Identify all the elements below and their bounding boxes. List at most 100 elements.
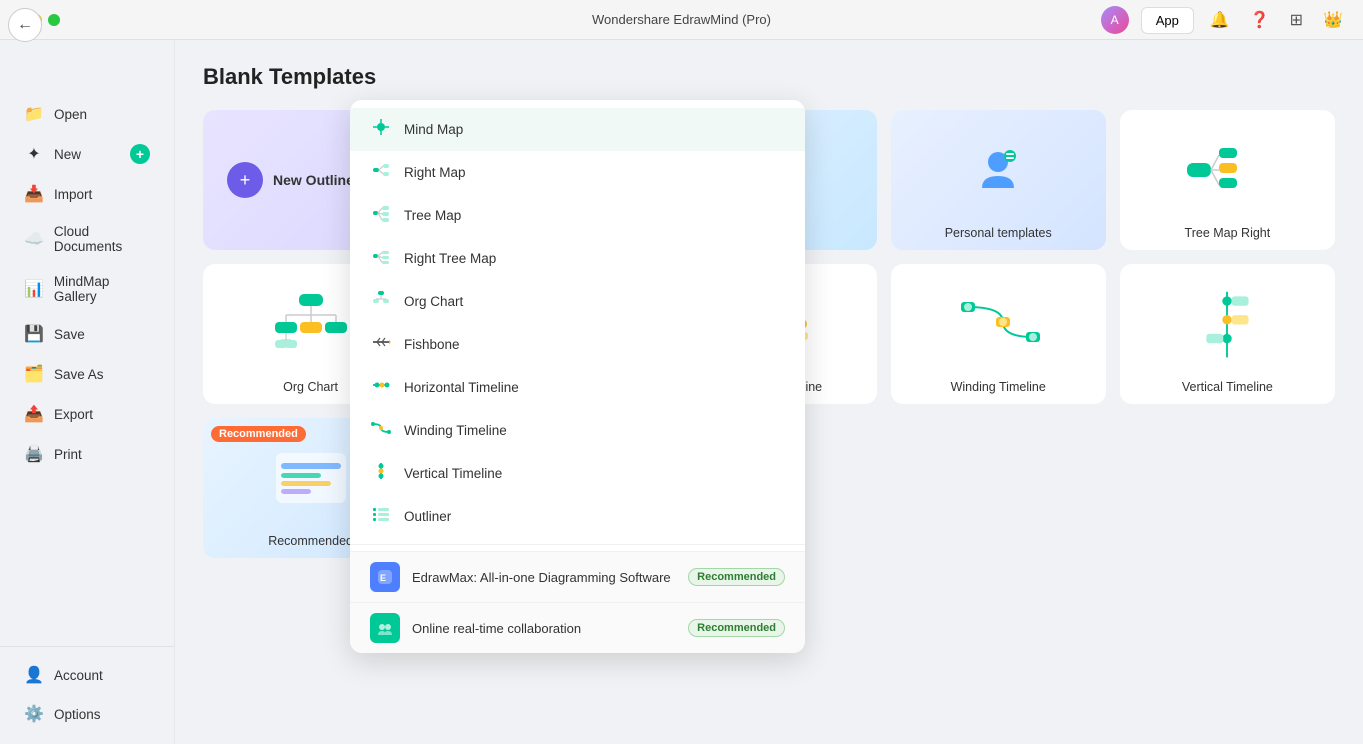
grid-icon[interactable]: ⊞: [1286, 6, 1307, 34]
new-label: New: [54, 147, 81, 162]
svg-text:E: E: [380, 573, 386, 583]
sidebar-item-save[interactable]: 💾 Save: [8, 315, 166, 353]
dropdown-divider: [350, 544, 805, 545]
sidebar-bottom: 👤 Account ⚙️ Options: [0, 646, 174, 734]
plus-outline-icon: +: [227, 162, 263, 198]
avatar[interactable]: A: [1101, 6, 1129, 34]
template-card-personal[interactable]: Personal templates: [891, 110, 1106, 250]
recommended-badge: Recommended: [211, 426, 306, 442]
account-label: Account: [54, 668, 103, 683]
dropdown-footer-edrawmax[interactable]: E EdrawMax: All-in-one Diagramming Softw…: [350, 551, 805, 602]
back-button[interactable]: ←: [8, 8, 42, 42]
vtimeline-diagram: [1197, 287, 1257, 362]
app-container: ← 📁 Open ✦ New + 📥 Import ☁️ Cloud Docum…: [0, 40, 1363, 744]
gallery-icon: 📊: [24, 279, 44, 299]
open-label: Open: [54, 107, 87, 122]
sidebar-item-print[interactable]: 🖨️ Print: [8, 435, 166, 473]
personal-templates-label: Personal templates: [945, 226, 1052, 240]
template-card-winding[interactable]: Winding Timeline: [891, 264, 1106, 404]
crown-icon[interactable]: 👑: [1319, 6, 1347, 34]
mindmap-label: Mind Map: [404, 122, 463, 137]
dropdown-item-outliner[interactable]: Outliner: [350, 495, 805, 538]
dropdown-item-treemap[interactable]: Tree Map: [350, 194, 805, 237]
dropdown-item-fishbone[interactable]: Fishbone: [350, 323, 805, 366]
account-icon: 👤: [24, 665, 44, 685]
dropdown-item-rightmap[interactable]: Right Map: [350, 151, 805, 194]
edrawmax-app-icon: E: [370, 562, 400, 592]
wtimeline-dd-label: Winding Timeline: [404, 423, 507, 438]
outliner-dd-label: Outliner: [404, 509, 451, 524]
wtimeline-dd-icon: [370, 418, 392, 443]
mindmap-icon: [370, 117, 392, 142]
template-card-vtimeline[interactable]: Vertical Timeline: [1120, 264, 1335, 404]
top-header: A App 🔔 ❓ ⊞ 👑: [1101, 0, 1363, 40]
app-button[interactable]: App: [1141, 7, 1194, 34]
edrawmax-recommended-badge: Recommended: [688, 568, 785, 586]
rightmap-label: Right Map: [404, 165, 466, 180]
recommended-label: Recommended: [268, 534, 353, 548]
vtimeline-label: Vertical Timeline: [1182, 380, 1273, 394]
sidebar-item-account[interactable]: 👤 Account: [8, 656, 166, 694]
dropdown-item-righttreemap[interactable]: Right Tree Map: [350, 237, 805, 280]
cloud-label: Cloud Documents: [54, 224, 150, 254]
orgchart-dd-label: Org Chart: [404, 294, 463, 309]
saveas-label: Save As: [54, 367, 104, 382]
recommended-diagram: [271, 448, 351, 508]
orgchart-label: Org Chart: [283, 380, 338, 394]
help-icon[interactable]: ❓: [1246, 6, 1274, 34]
import-icon: 📥: [24, 184, 44, 204]
outliner-dd-icon: [370, 504, 392, 529]
options-icon: ⚙️: [24, 704, 44, 724]
print-label: Print: [54, 447, 82, 462]
sidebar-item-cloud[interactable]: ☁️ Cloud Documents: [8, 215, 166, 263]
righttreemap-label: Right Tree Map: [404, 251, 496, 266]
vtimeline-dd-icon: [370, 461, 392, 486]
dropdown-item-orgchart[interactable]: Org Chart: [350, 280, 805, 323]
sidebar-item-gallery[interactable]: 📊 MindMap Gallery: [8, 265, 166, 313]
dropdown-item-mindmap[interactable]: Mind Map: [350, 108, 805, 151]
cloud-icon: ☁️: [24, 229, 44, 249]
rightmap-icon: [370, 160, 392, 185]
dropdown-item-wtimeline[interactable]: Winding Timeline: [350, 409, 805, 452]
sidebar-item-export[interactable]: 📤 Export: [8, 395, 166, 433]
fishbone-dd-icon: [370, 332, 392, 357]
bell-icon[interactable]: 🔔: [1206, 6, 1234, 34]
vtimeline-dd-label: Vertical Timeline: [404, 466, 502, 481]
new-icon: ✦: [24, 144, 44, 164]
sidebar-item-import[interactable]: 📥 Import: [8, 175, 166, 213]
gallery-label: MindMap Gallery: [54, 274, 150, 304]
personal-icon: [968, 140, 1028, 200]
treemap-label: Tree Map: [404, 208, 461, 223]
titlebar: Wondershare EdrawMind (Pro) A App 🔔 ❓ ⊞ …: [0, 0, 1363, 40]
collab-label: Online real-time collaboration: [412, 621, 676, 636]
save-icon: 💾: [24, 324, 44, 344]
righttreemap-icon: [370, 246, 392, 271]
dropdown-footer-collab[interactable]: Online real-time collaboration Recommend…: [350, 602, 805, 653]
sidebar-item-new[interactable]: ✦ New +: [8, 135, 166, 173]
dropdown-item-htimeline[interactable]: Horizontal Timeline: [350, 366, 805, 409]
treemap-icon: [370, 203, 392, 228]
maximize-dot[interactable]: [48, 14, 60, 26]
orgchart-diagram: [266, 289, 356, 359]
htimeline-dd-icon: [370, 375, 392, 400]
app-title: Wondershare EdrawMind (Pro): [592, 12, 771, 27]
dropdown-item-vtimeline[interactable]: Vertical Timeline: [350, 452, 805, 495]
fishbone-dd-label: Fishbone: [404, 337, 460, 352]
winding-diagram: [953, 292, 1043, 357]
treemapright-diagram: [1182, 135, 1272, 205]
new-plus-button[interactable]: +: [130, 144, 150, 164]
htimeline-dd-label: Horizontal Timeline: [404, 380, 519, 395]
edrawmax-label: EdrawMax: All-in-one Diagramming Softwar…: [412, 570, 676, 585]
sidebar-item-open[interactable]: 📁 Open: [8, 95, 166, 133]
treemapright-label: Tree Map Right: [1185, 226, 1271, 240]
sidebar-item-options[interactable]: ⚙️ Options: [8, 695, 166, 733]
export-icon: 📤: [24, 404, 44, 424]
open-icon: 📁: [24, 104, 44, 124]
options-label: Options: [54, 707, 101, 722]
orgchart-dd-icon: [370, 289, 392, 314]
template-card-treemapright[interactable]: Tree Map Right: [1120, 110, 1335, 250]
saveas-icon: 🗂️: [24, 364, 44, 384]
winding-label: Winding Timeline: [951, 380, 1046, 394]
dropdown-menu: Mind Map Right Map Tree Map Right Tree M…: [350, 100, 805, 653]
sidebar-item-saveas[interactable]: 🗂️ Save As: [8, 355, 166, 393]
